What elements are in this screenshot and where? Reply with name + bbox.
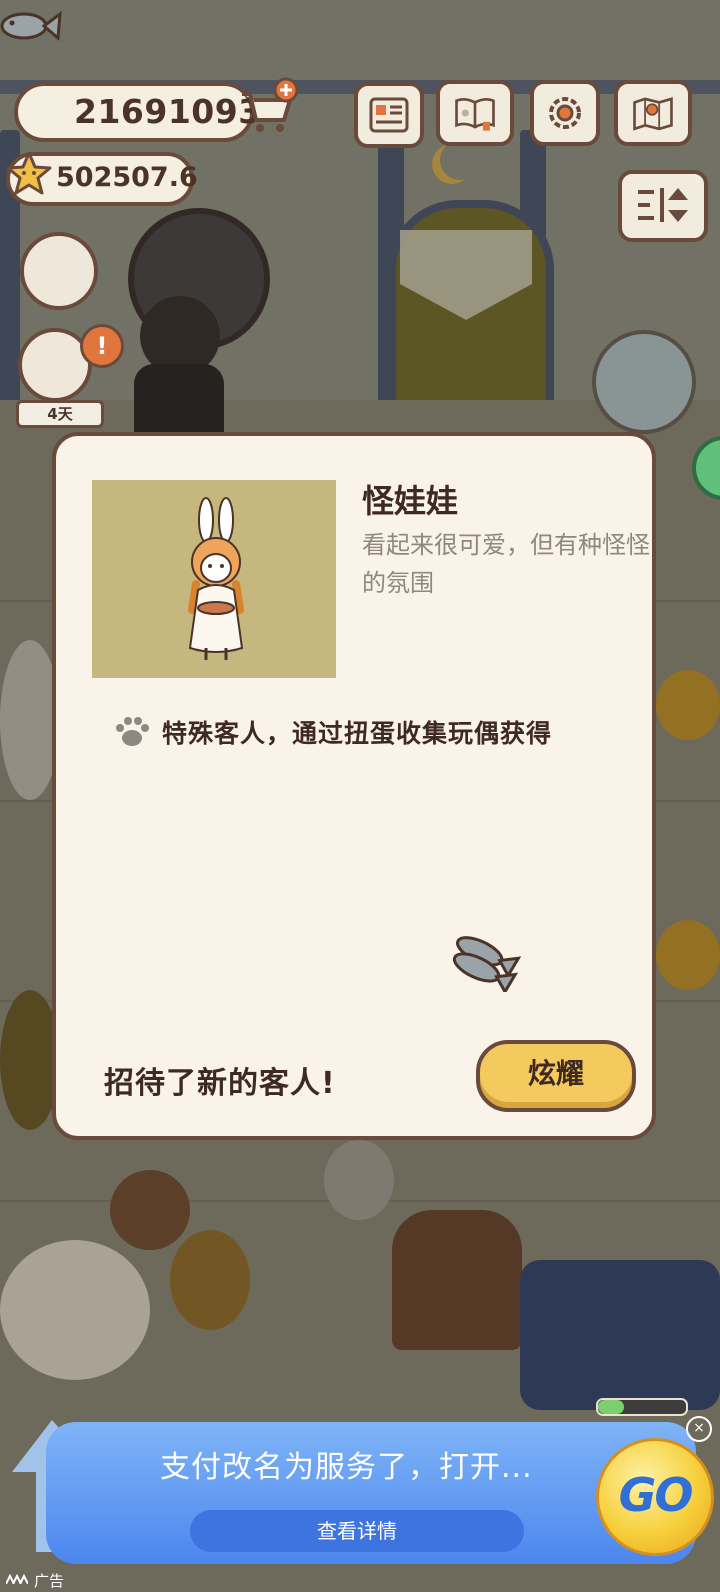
list-sort-icon: [638, 188, 688, 222]
bunny-doll-image: [188, 497, 244, 660]
ad-tag-icon: [6, 1574, 28, 1584]
side-menu-toggle[interactable]: [618, 170, 708, 242]
settings-gear-icon: [549, 97, 581, 129]
cat-book-button[interactable]: [436, 80, 514, 146]
ad-title[interactable]: 支付改名为服务了，打开...: [160, 1442, 533, 1486]
customer-source-row: 特殊客人，通过扭蛋收集玩偶获得: [112, 714, 552, 750]
menu-card-icon: [369, 97, 409, 133]
cat-avatar-bowtie[interactable]: [20, 232, 98, 310]
alert-icon[interactable]: !: [80, 324, 124, 368]
menu-card-button[interactable]: [354, 82, 424, 148]
fish-icon: [0, 10, 62, 42]
star-amount: 502507.6: [56, 162, 198, 193]
ad-tag-label: 广告: [34, 1572, 65, 1590]
paw-icon: [116, 717, 149, 746]
progress-bar: [596, 1398, 688, 1416]
map-button[interactable]: [614, 80, 692, 146]
fish-reward-icon: [452, 936, 522, 992]
star-icon: [6, 151, 52, 195]
settings-button[interactable]: [530, 80, 600, 146]
map-icon: [633, 97, 673, 131]
fish-currency-display: 21691093: [14, 82, 261, 142]
new-customer-dialog: 怪娃娃 看起来很可爱，但有种怪怪的氛围 特殊客人，通过扭蛋收集玩偶获得 招待了新…: [52, 432, 656, 1140]
customer-portrait: [92, 480, 336, 678]
days-badge: 4天: [16, 400, 104, 428]
progress-fill: [598, 1400, 625, 1414]
customer-source-text: 特殊客人，通过扭蛋收集玩偶获得: [162, 719, 553, 748]
customer-name: 怪娃娃: [362, 482, 459, 520]
show-off-button[interactable]: 炫耀: [476, 1040, 636, 1112]
ad-close-button[interactable]: ×: [686, 1416, 712, 1442]
new-guest-message: 招待了新的客人!: [104, 1066, 336, 1101]
fish-amount: 21691093: [74, 92, 262, 131]
customer-description: 看起来很可爱，但有种怪怪的氛围: [362, 531, 650, 597]
shop-cart-icon[interactable]: [236, 76, 298, 138]
ad-go-button[interactable]: GO: [596, 1438, 714, 1556]
cat-book-icon: [455, 97, 495, 131]
ad-detail-button[interactable]: 查看详情: [190, 1510, 524, 1552]
